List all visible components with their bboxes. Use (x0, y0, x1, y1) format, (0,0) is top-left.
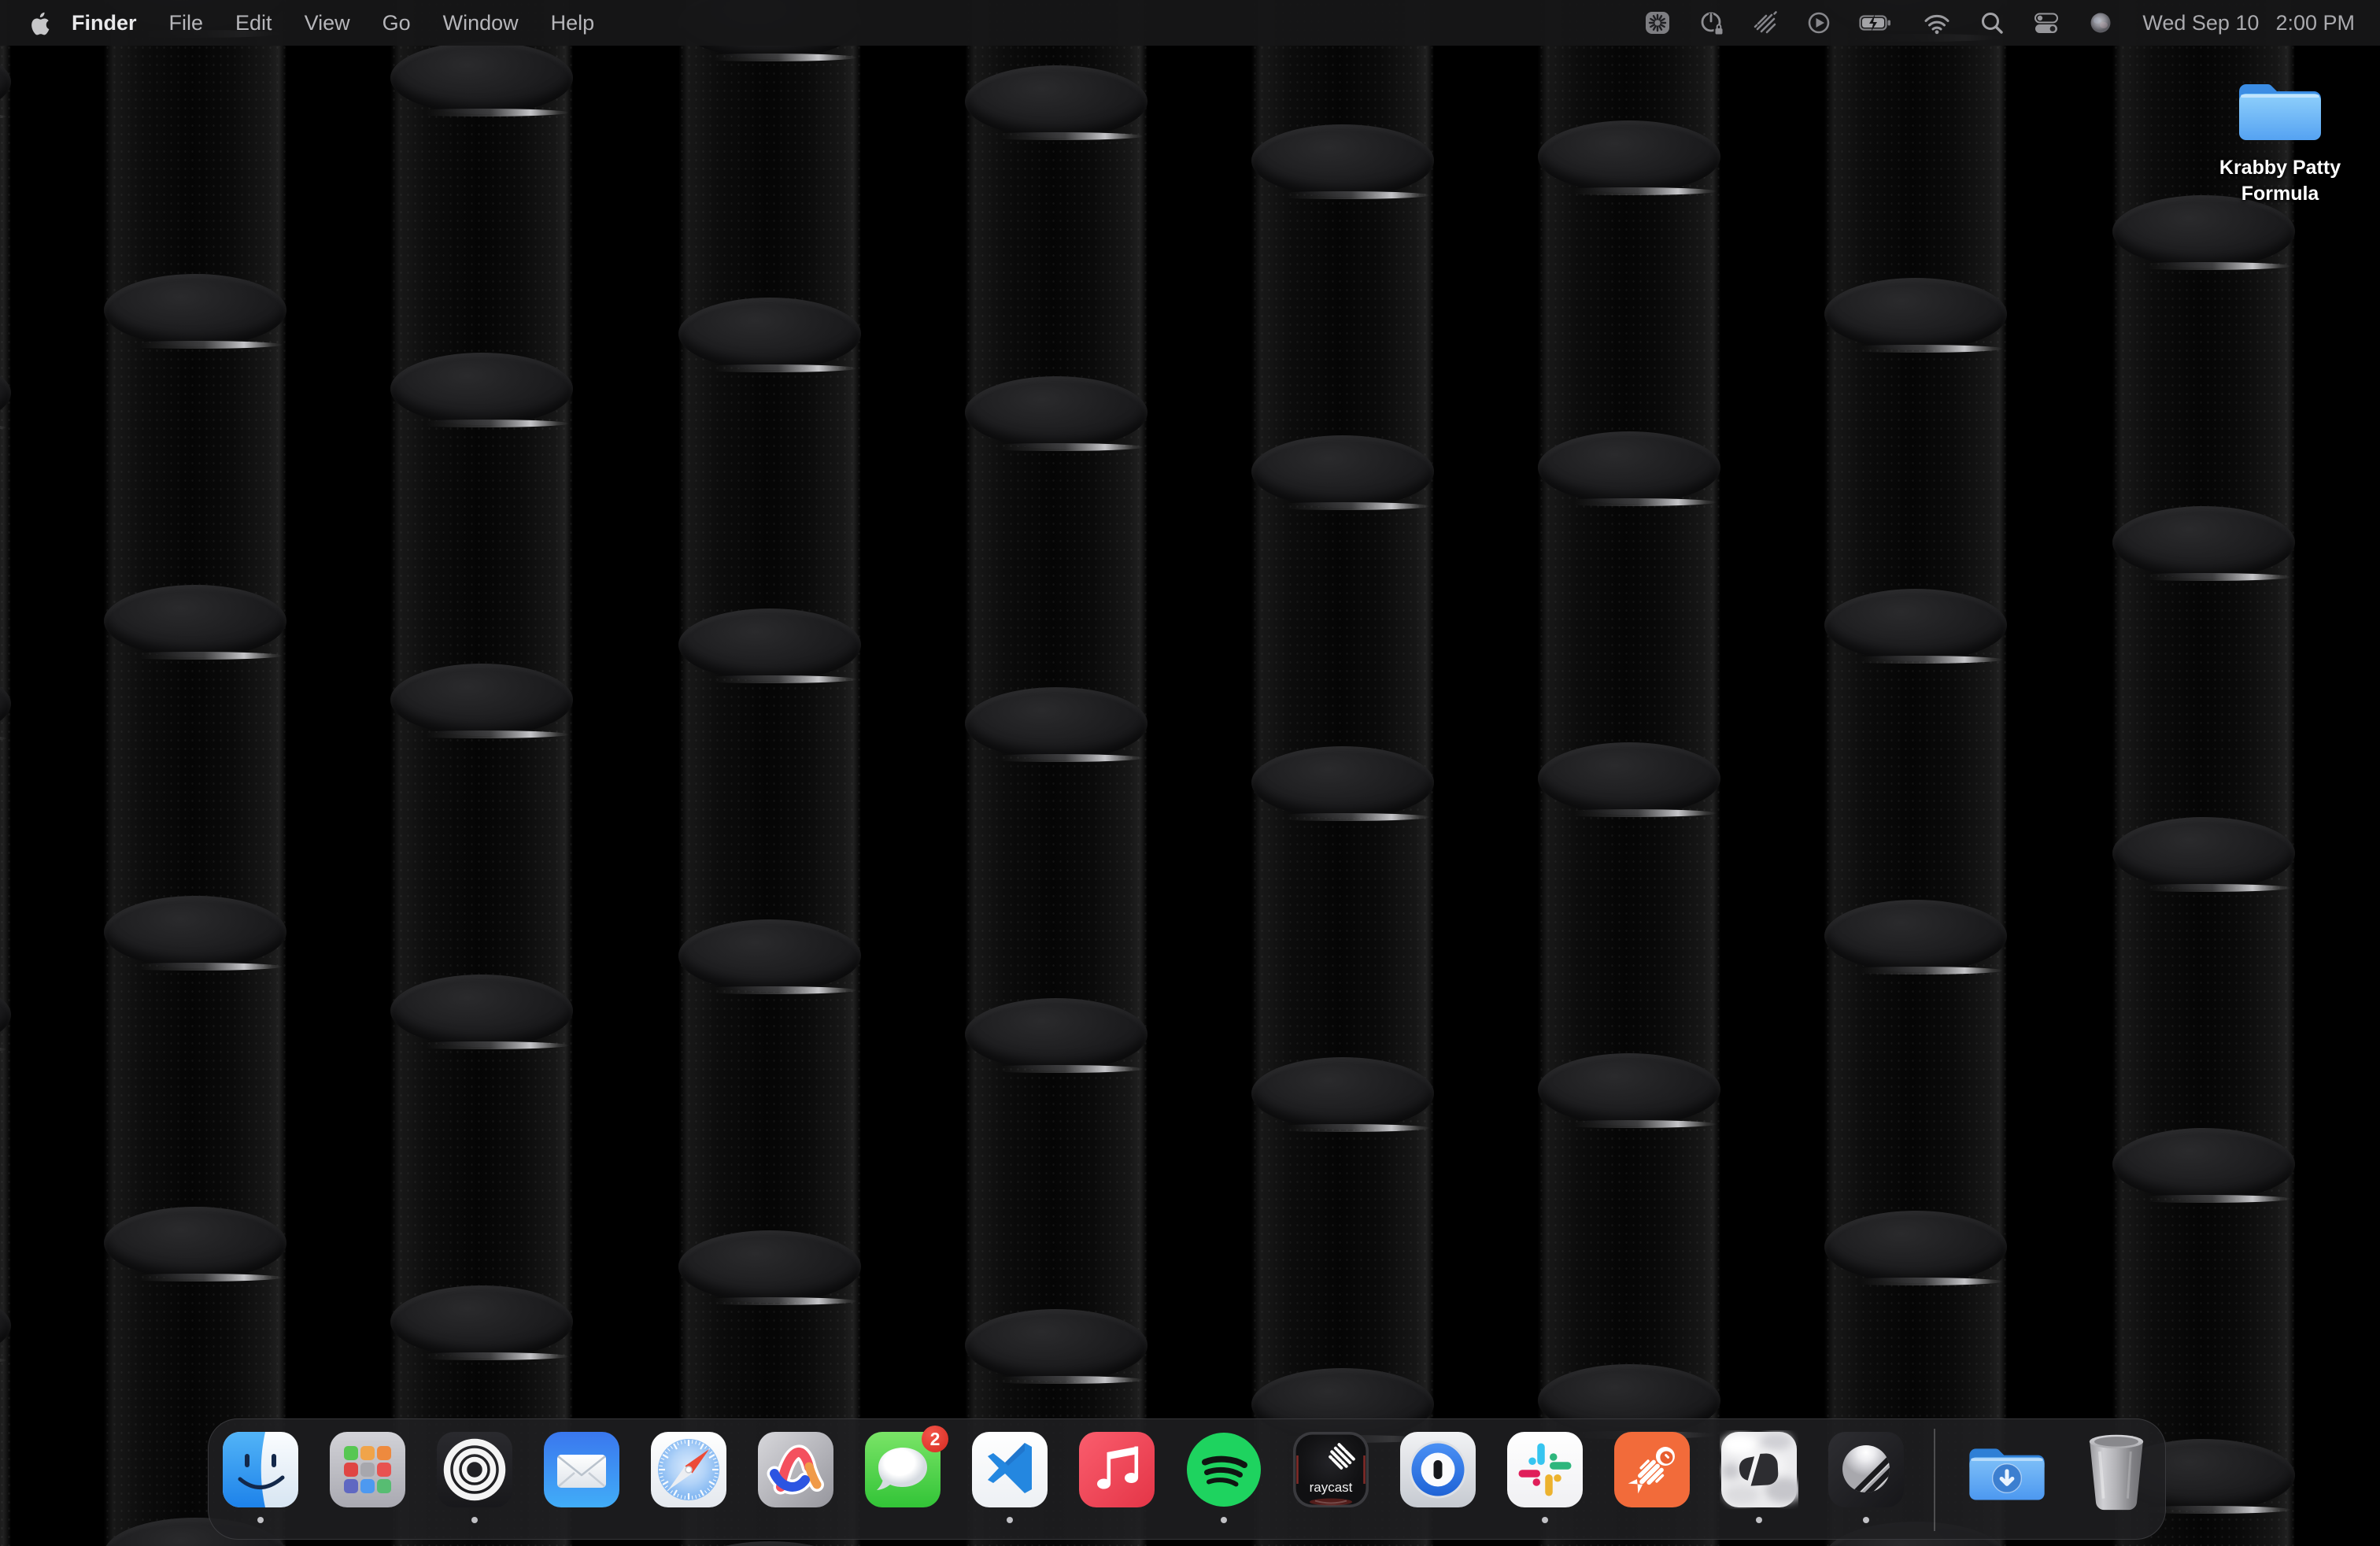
dock-app-postman[interactable] (1613, 1430, 1691, 1509)
menu-view[interactable]: View (305, 11, 350, 35)
control-center-icon[interactable] (2032, 9, 2060, 36)
svg-text:raycast: raycast (1310, 1480, 1353, 1495)
battery-charging-icon[interactable] (1859, 9, 1895, 36)
dock-app-arc-browser[interactable] (756, 1430, 835, 1509)
menu-edit[interactable]: Edit (235, 11, 272, 35)
power-lock-icon[interactable] (1698, 9, 1725, 36)
macos-desktop: Finder File Edit View Go Window Help (0, 0, 2380, 1546)
notification-badge: 2 (922, 1426, 948, 1452)
running-indicator (1863, 1517, 1869, 1523)
dock: 2 raycast (208, 1418, 2166, 1540)
desktop-area: Krabby Patty Formula (0, 0, 2380, 1546)
dock-app-raycast[interactable]: raycast (1292, 1430, 1370, 1509)
striped-diamond-icon[interactable] (1752, 9, 1779, 36)
running-indicator (257, 1517, 264, 1523)
dock-app-1password[interactable] (1399, 1430, 1477, 1509)
sunburst-app-icon[interactable] (1643, 9, 1672, 36)
dock-app-safari[interactable] (649, 1430, 728, 1509)
running-indicator (1007, 1517, 1013, 1523)
apple-menu[interactable] (28, 10, 50, 36)
menu-help[interactable]: Help (551, 11, 595, 35)
dock-app-music[interactable] (1077, 1430, 1156, 1509)
dock-app-marble-window[interactable] (1720, 1430, 1798, 1509)
menu-bar-time: 2:00 PM (2275, 11, 2355, 35)
menu-bar-date: Wed Sep 10 (2142, 11, 2259, 35)
dock-app-mail[interactable] (542, 1430, 621, 1509)
running-indicator (1221, 1517, 1227, 1523)
running-indicator (1756, 1517, 1762, 1523)
desktop-folder-krabby-patty-formula[interactable]: Krabby Patty Formula (2205, 68, 2355, 207)
menu-bar: Finder File Edit View Go Window Help (0, 0, 2380, 46)
app-menus: Finder File Edit View Go Window Help (72, 11, 594, 35)
menu-finder[interactable]: Finder (72, 11, 137, 35)
status-icons (1643, 9, 2114, 36)
dock-trash[interactable] (2079, 1429, 2154, 1512)
menu-bar-right: Wed Sep 10 2:00 PM (1643, 9, 2380, 36)
dock-app-launchpad[interactable] (328, 1430, 407, 1509)
dock-app-vscode[interactable] (970, 1430, 1049, 1509)
running-indicator (1542, 1517, 1548, 1523)
dock-app-concentric-circles[interactable] (435, 1430, 514, 1509)
dock-divider (1934, 1429, 1935, 1531)
now-playing-icon[interactable] (1805, 9, 1832, 36)
folder-icon (2232, 68, 2328, 150)
dock-app-messages[interactable]: 2 (863, 1430, 942, 1509)
menu-bar-left: Finder File Edit View Go Window Help (0, 10, 594, 36)
dock-app-slack[interactable] (1506, 1430, 1584, 1509)
menu-go[interactable]: Go (382, 11, 411, 35)
wifi-icon[interactable] (1922, 9, 1952, 36)
apple-icon (28, 10, 50, 36)
dock-downloads-folder[interactable] (1964, 1430, 2050, 1509)
dock-app-finder[interactable] (221, 1430, 300, 1509)
spotlight-icon[interactable] (1979, 9, 2005, 36)
dock-app-spotify[interactable] (1184, 1430, 1263, 1509)
menu-bar-clock[interactable]: Wed Sep 10 2:00 PM (2142, 11, 2355, 35)
dock-app-linear[interactable] (1827, 1430, 1905, 1509)
running-indicator (471, 1517, 478, 1523)
menu-file[interactable]: File (169, 11, 204, 35)
menu-window[interactable]: Window (443, 11, 519, 35)
siri-icon[interactable] (2087, 9, 2114, 36)
desktop-folder-label: Krabby Patty Formula (2205, 155, 2355, 207)
